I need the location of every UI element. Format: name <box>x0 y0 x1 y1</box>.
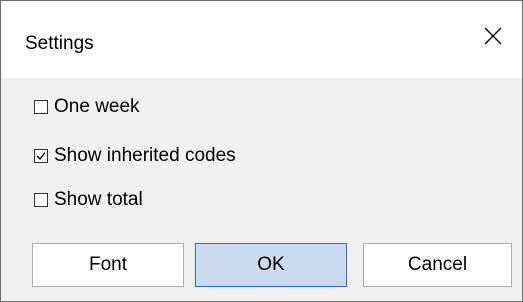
title-bar: Settings <box>1 1 522 78</box>
show-inherited-codes-checkbox[interactable] <box>34 149 48 163</box>
ok-button[interactable]: OK <box>195 243 347 287</box>
show-total-label: Show total <box>54 189 143 210</box>
show-inherited-codes-option[interactable]: Show inherited codes <box>34 143 236 169</box>
one-week-label: One week <box>54 96 140 117</box>
show-total-checkbox[interactable] <box>34 193 48 207</box>
dialog-title: Settings <box>25 33 94 54</box>
one-week-option[interactable]: One week <box>34 94 140 120</box>
font-button[interactable]: Font <box>32 243 184 287</box>
checkmark-icon <box>36 152 46 160</box>
show-inherited-codes-label: Show inherited codes <box>54 145 236 166</box>
close-button[interactable] <box>464 13 522 59</box>
settings-dialog: Settings One week Show inherited codes S… <box>0 0 523 302</box>
close-icon <box>484 27 502 45</box>
cancel-button[interactable]: Cancel <box>363 243 512 287</box>
show-total-option[interactable]: Show total <box>34 187 143 213</box>
one-week-checkbox[interactable] <box>34 100 48 114</box>
